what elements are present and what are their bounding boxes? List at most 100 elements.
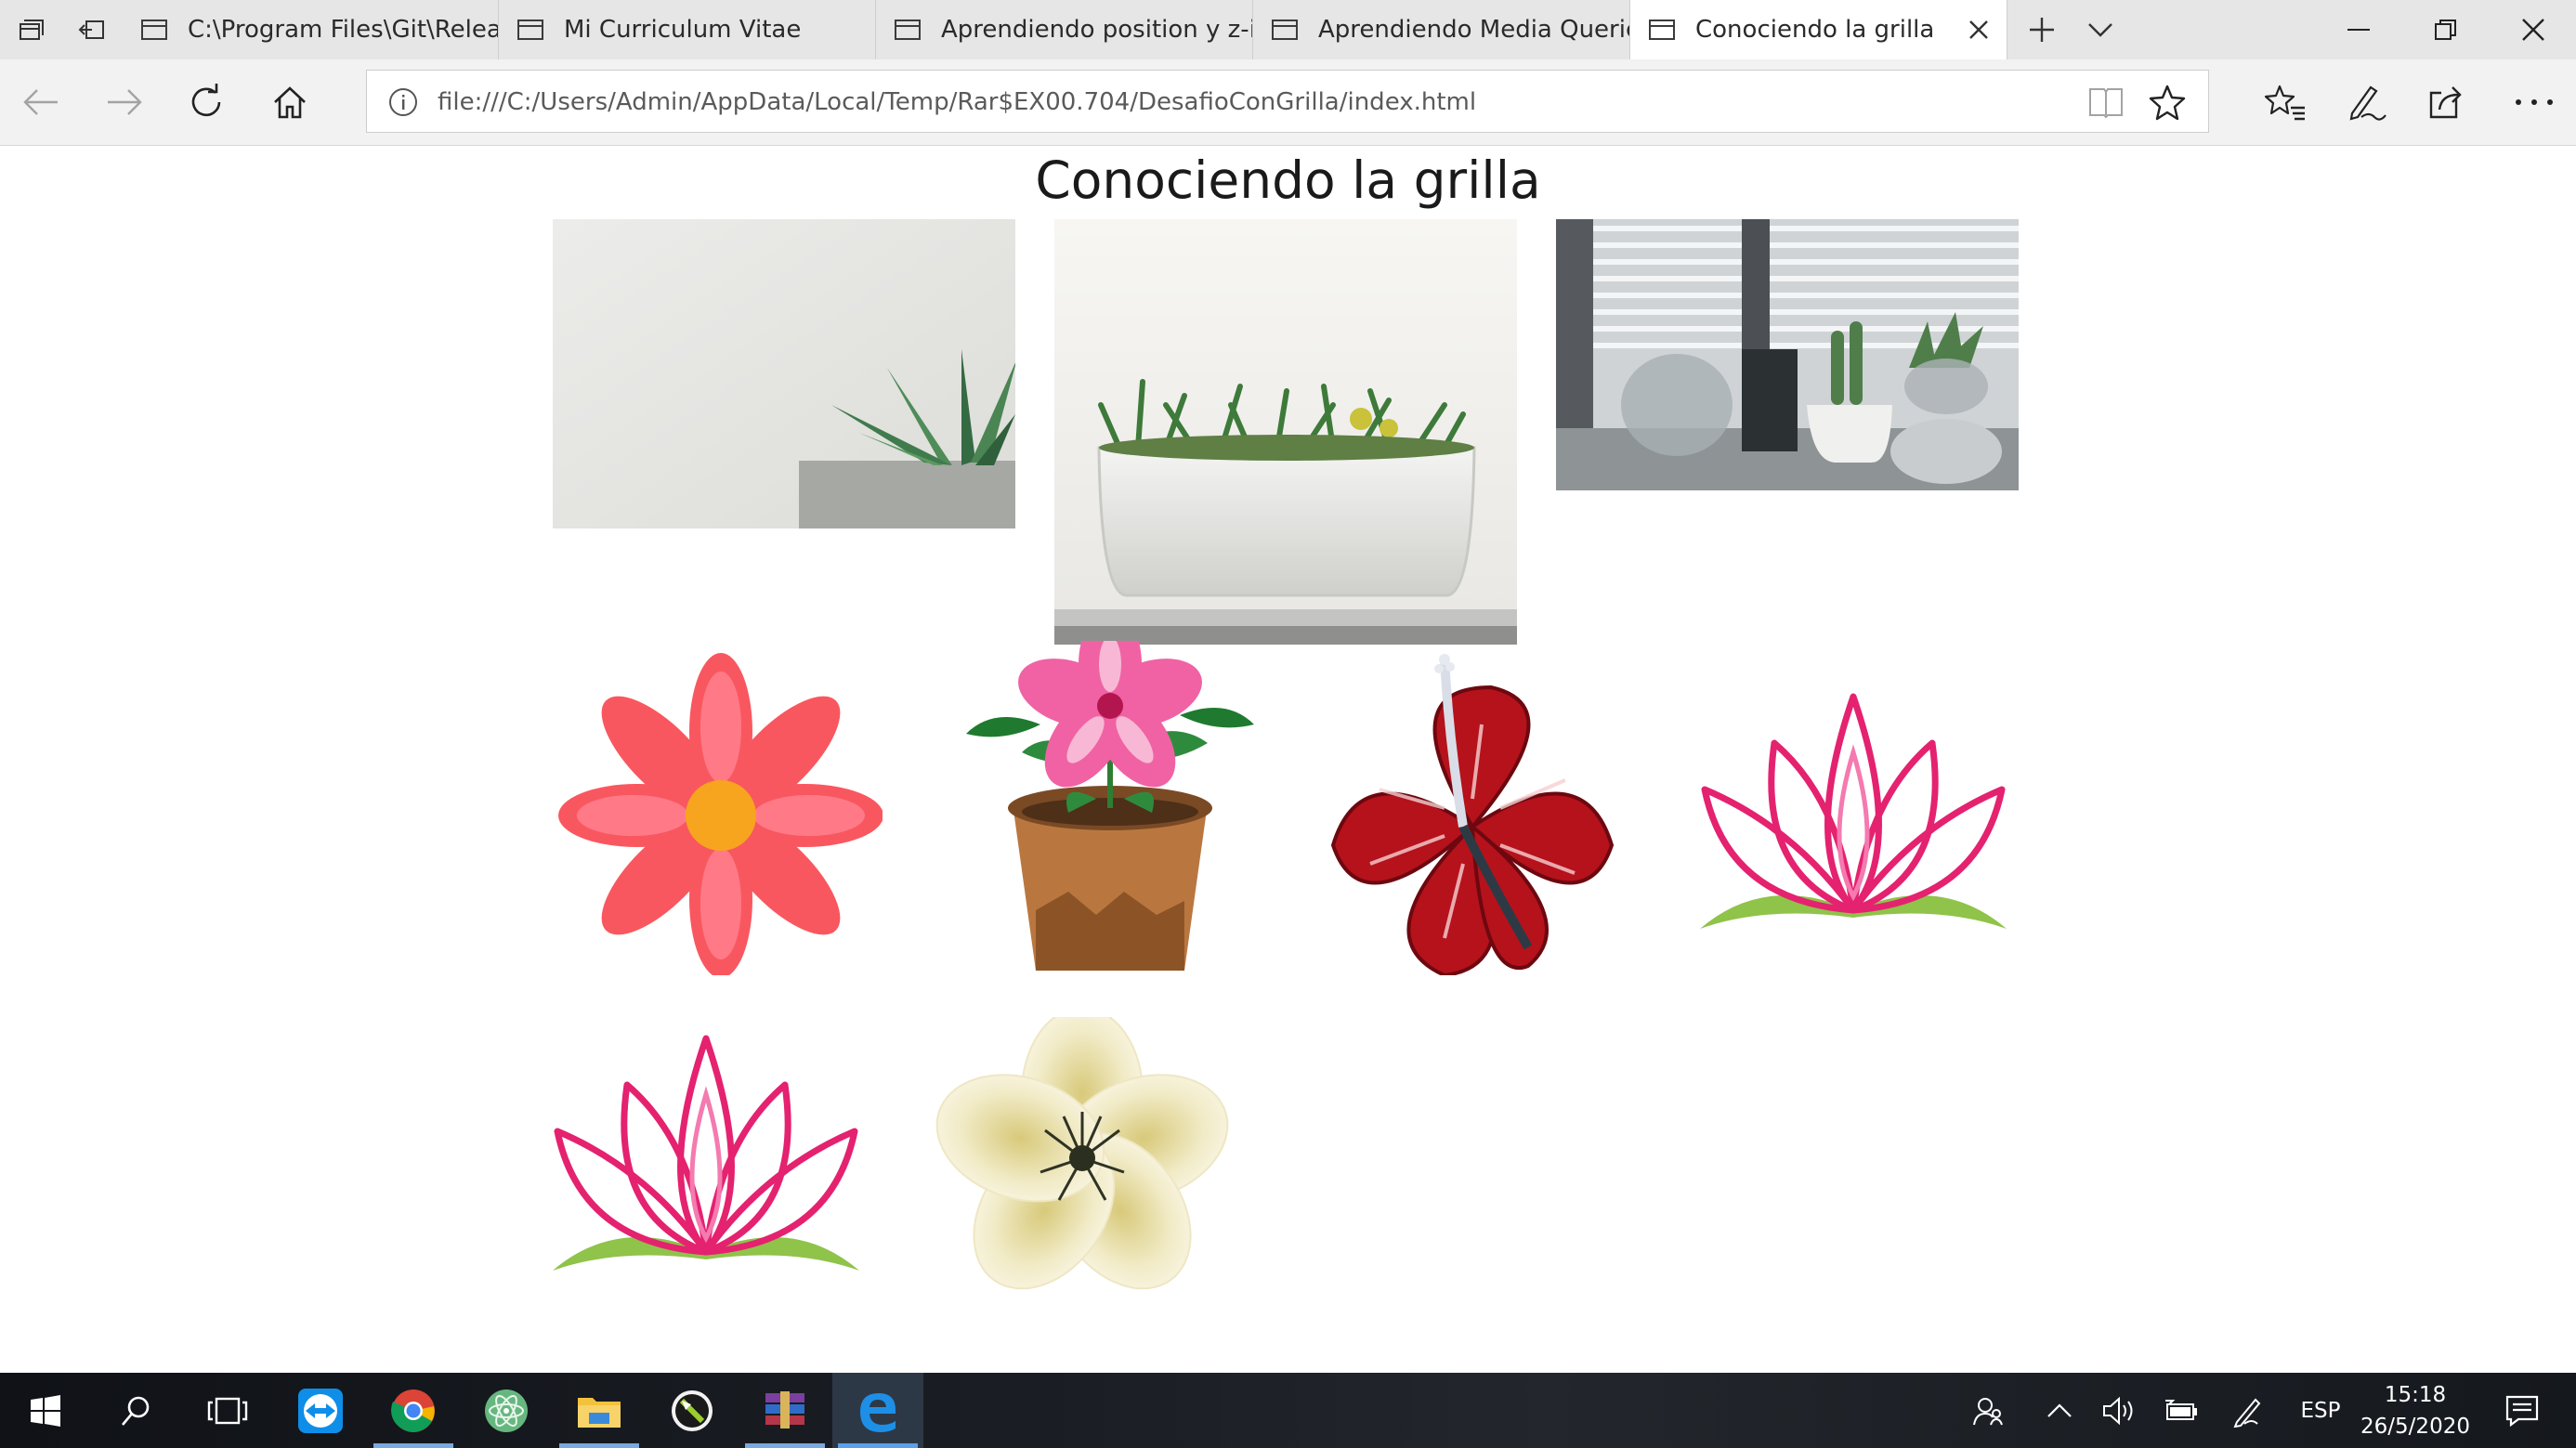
tab-git-release[interactable]: C:\Program Files\Git\Releas [123, 0, 499, 59]
flower-cream-plumeria [934, 1017, 1240, 1305]
close-icon [1969, 20, 1988, 39]
volume-icon [2103, 1396, 2133, 1425]
running-indicator [559, 1443, 639, 1448]
show-hidden-icons-button[interactable] [2036, 1373, 2083, 1448]
search-button[interactable] [91, 1373, 182, 1448]
people-icon [1973, 1397, 2003, 1425]
teamviewer-app[interactable] [275, 1373, 366, 1448]
page-icon [517, 20, 543, 40]
page-title: Conociendo la grilla [1035, 150, 1541, 210]
battery-button[interactable] [2155, 1373, 2207, 1448]
tab-curriculum[interactable]: Mi Curriculum Vitae [499, 0, 876, 59]
flower-pink-lotus [1691, 687, 2016, 938]
teamviewer-icon [298, 1388, 343, 1433]
running-indicator [838, 1443, 918, 1448]
close-window-button[interactable] [2490, 0, 2576, 59]
tab-list-button[interactable] [0, 0, 61, 59]
edge-app-active[interactable] [832, 1373, 923, 1448]
tab-position-z-index[interactable]: Aprendiendo position y z-ir [876, 0, 1253, 59]
clock[interactable]: 15:18 26/5/2020 [2360, 1373, 2471, 1448]
close-tab-button[interactable] [1964, 15, 1994, 45]
tab-media-queries[interactable]: Aprendiendo Media Querie [1253, 0, 1630, 59]
forward-button[interactable] [95, 72, 154, 132]
photo-window-cacti [1556, 219, 2019, 490]
home-button[interactable] [260, 72, 320, 132]
battery-icon [2165, 1399, 2197, 1420]
input-language[interactable]: ESP [2287, 1373, 2354, 1448]
task-view-button[interactable] [182, 1373, 273, 1448]
winrar-app[interactable] [739, 1373, 830, 1448]
search-icon [122, 1396, 150, 1426]
pen-notes-icon [2349, 85, 2386, 121]
flower-pink-daisy [557, 650, 883, 975]
set-aside-tabs-icon [78, 20, 104, 39]
flower-potted-hibiscus [957, 641, 1263, 985]
inkscape-app[interactable] [647, 1373, 738, 1448]
tab-label: Aprendiendo Media Querie [1318, 16, 1629, 44]
page-icon [1649, 20, 1675, 40]
set-aside-tabs-button[interactable] [61, 0, 123, 59]
tab-preview-chevron-icon [2088, 23, 2112, 37]
minimize-icon [2347, 29, 2370, 31]
settings-more-button[interactable] [2504, 72, 2564, 132]
favorites-hub-button[interactable] [2256, 72, 2315, 132]
task-view-icon [207, 1397, 248, 1424]
show-hidden-icon [2047, 1402, 2072, 1417]
winrar-icon [765, 1390, 804, 1428]
clock-date: 26/5/2020 [2360, 1414, 2470, 1439]
more-icon [2516, 99, 2553, 105]
flower-pink-lotus-2 [543, 1029, 869, 1280]
flower-red-hibiscus [1319, 650, 1626, 975]
file-explorer-app[interactable] [554, 1373, 645, 1448]
action-center-button[interactable] [2490, 1373, 2555, 1448]
tab-label: C:\Program Files\Git\Releas [188, 16, 498, 44]
tab-label: Aprendiendo position y z-ir [941, 16, 1252, 44]
pen-workspace-icon [2233, 1398, 2261, 1428]
tab-label: Mi Curriculum Vitae [564, 16, 802, 44]
new-tab-icon [2030, 18, 2054, 42]
restore-icon [2435, 20, 2456, 40]
page-icon [895, 20, 921, 40]
add-favorite-button[interactable] [2149, 84, 2186, 124]
inkscape-icon [672, 1389, 713, 1431]
refresh-icon [191, 84, 221, 117]
reading-view-button[interactable] [2087, 84, 2125, 124]
photo-white-pot [1054, 219, 1517, 645]
pen-notes-button[interactable] [2337, 72, 2397, 132]
tab-label: Conociendo la grilla [1695, 16, 1935, 44]
tab-preview-button[interactable] [2070, 0, 2131, 59]
atom-app[interactable] [461, 1373, 552, 1448]
running-indicator [745, 1443, 825, 1448]
share-button[interactable] [2419, 72, 2478, 132]
edge-icon [860, 1392, 896, 1432]
people-button[interactable] [1962, 1373, 2014, 1448]
start-button[interactable] [0, 1373, 91, 1448]
address-text[interactable]: file:///C:/Users/Admin/AppData/Local/Tem… [438, 71, 1476, 134]
file-explorer-icon [578, 1397, 621, 1428]
pen-workspace-button[interactable] [2222, 1373, 2274, 1448]
tab-list-icon [20, 20, 44, 40]
close-icon [2522, 19, 2544, 41]
info-icon [389, 88, 417, 116]
forward-icon [108, 89, 142, 115]
action-center-icon [2505, 1395, 2539, 1427]
atom-icon [485, 1389, 528, 1432]
page-icon [1272, 20, 1298, 40]
page-icon [141, 20, 167, 40]
refresh-button[interactable] [177, 72, 236, 132]
clock-time: 15:18 [2384, 1382, 2447, 1407]
volume-button[interactable] [2094, 1373, 2146, 1448]
minimize-button[interactable] [2315, 0, 2402, 59]
tab-grilla-active[interactable]: Conociendo la grilla [1630, 0, 2007, 59]
back-button[interactable] [11, 72, 71, 132]
chrome-app[interactable] [368, 1373, 459, 1448]
restore-button[interactable] [2402, 0, 2490, 59]
share-icon [2429, 86, 2462, 119]
windows-start-icon [31, 1394, 60, 1427]
running-indicator [373, 1443, 453, 1448]
favorites-hub-icon [2265, 85, 2305, 121]
site-info-button[interactable] [387, 86, 419, 122]
back-icon [23, 89, 58, 115]
new-tab-button[interactable] [2011, 0, 2073, 59]
address-bar[interactable]: file:///C:/Users/Admin/AppData/Local/Tem… [366, 70, 2209, 133]
